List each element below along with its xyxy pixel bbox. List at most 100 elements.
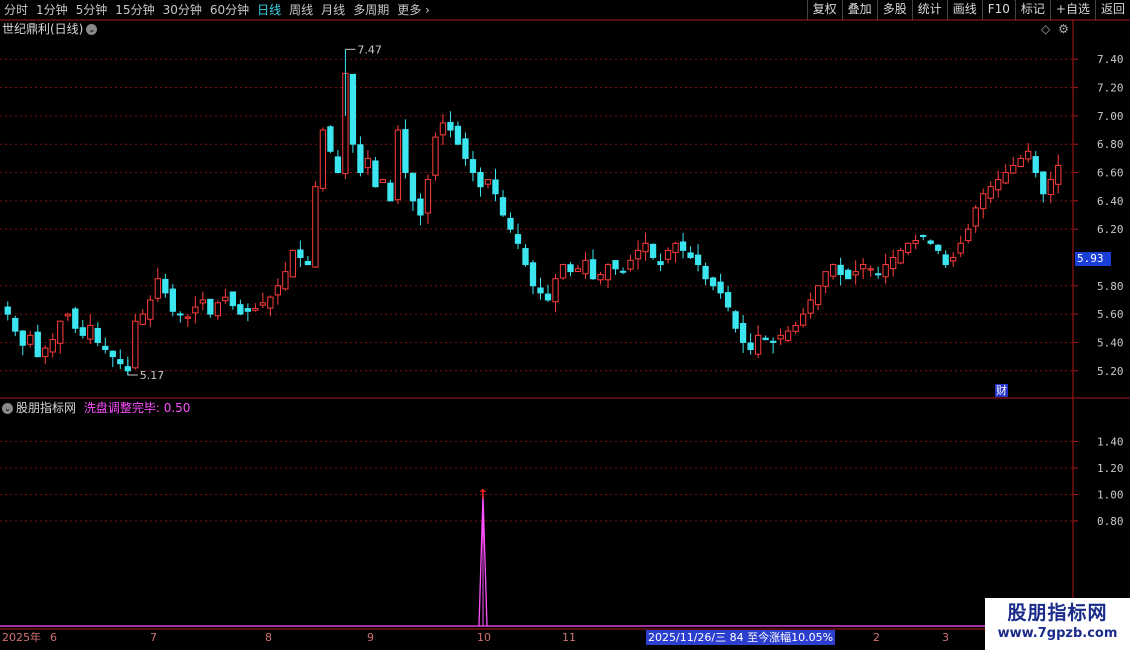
candle-body	[1040, 171, 1047, 195]
candle-body	[4, 306, 11, 315]
indicator-tick-label: 1.20	[1097, 462, 1124, 475]
candle-body	[229, 291, 237, 307]
candle-body	[679, 241, 687, 251]
candle-body	[574, 268, 582, 273]
candle-body	[860, 264, 867, 270]
candle-body	[950, 256, 957, 262]
candle-body	[304, 260, 312, 266]
gear-icon[interactable]: ⚙	[1058, 22, 1069, 36]
candle-body	[12, 317, 19, 332]
candle-body	[94, 327, 101, 343]
candle-body	[672, 242, 679, 253]
candle-body	[447, 121, 454, 131]
candle-body	[454, 125, 462, 145]
candle-body	[184, 316, 191, 319]
candle-body	[694, 254, 702, 266]
candle-body	[477, 171, 484, 188]
candle-body	[702, 265, 709, 280]
candle-body	[559, 264, 567, 279]
candle-body	[394, 129, 402, 201]
candle-body	[439, 122, 447, 136]
candle-body	[117, 359, 124, 365]
candle-body	[732, 311, 739, 329]
candle-body	[312, 186, 319, 268]
candle-body	[274, 285, 282, 296]
month-label: 9	[367, 631, 374, 644]
indicator-tick-label: 0.80	[1097, 515, 1124, 528]
candle-body	[709, 277, 717, 287]
chevron-down-icon[interactable]: ⌄	[86, 24, 98, 35]
candle-body	[402, 129, 409, 174]
candle-body	[57, 320, 64, 344]
date-info-bar: 2025/11/26/三 84 至今涨幅10.05%	[646, 630, 836, 645]
candle-body	[424, 179, 432, 214]
financial-badge[interactable]: 财	[995, 384, 1008, 397]
watermark-logo: 股朋指标网 www.7gpzb.com	[985, 598, 1130, 650]
candle-body	[754, 334, 762, 355]
candle-body	[544, 293, 552, 301]
candle-body	[64, 313, 71, 317]
price-tick-label: 7.00	[1097, 110, 1124, 123]
signal-arrow: ↑	[478, 488, 489, 503]
price-tick-label: 6.60	[1097, 167, 1124, 180]
candle-body	[897, 249, 904, 264]
price-tick-label: 5.60	[1097, 308, 1124, 321]
candle-body	[1047, 179, 1054, 196]
month-label: 11	[562, 631, 576, 644]
stock-chart[interactable]: 7.40 7.20 7.00 6.80 6.60 6.40 6.20 5.80 5.60 5.40…	[0, 0, 1130, 650]
candle-body	[132, 320, 139, 369]
candle-body	[1010, 164, 1017, 174]
candle-body	[357, 144, 364, 174]
price-tick-label: 6.40	[1097, 195, 1124, 208]
candle-body	[409, 172, 417, 202]
high-label: 7.47	[357, 43, 382, 56]
candle-body	[1017, 157, 1024, 168]
month-label: 8	[265, 631, 272, 644]
price-tick-label: 7.40	[1097, 53, 1124, 66]
diamond-icon[interactable]: ◇	[1041, 22, 1050, 36]
candle-body	[890, 256, 897, 270]
candle-body	[837, 264, 844, 275]
candle-body	[912, 239, 919, 244]
candle-body	[327, 126, 334, 152]
chevron-down-icon[interactable]: ⌄	[2, 403, 13, 414]
candle-body	[34, 331, 41, 358]
candle-body	[529, 262, 537, 287]
candle-body	[995, 179, 1002, 191]
candle-body	[567, 264, 574, 273]
indicator-source: 股朋指标网	[16, 401, 77, 415]
candle-body	[49, 339, 56, 353]
candle-body	[972, 207, 979, 227]
candle-body	[139, 313, 146, 325]
candle-body	[19, 330, 26, 346]
candle-body	[499, 197, 507, 216]
candle-body	[1025, 150, 1032, 160]
indicator-header: ⌄ 股朋指标网 洗盘调整完毕: 0.50	[2, 401, 190, 415]
candle-body	[920, 234, 927, 237]
candle-body	[154, 278, 161, 299]
candle-body	[687, 252, 694, 258]
candle-body	[177, 313, 184, 316]
candle-body	[102, 345, 109, 351]
candle-body	[147, 299, 154, 320]
price-tick-label: 6.80	[1097, 138, 1124, 151]
candle-body	[807, 299, 814, 314]
candle-body	[664, 249, 672, 260]
candle-body	[829, 264, 837, 277]
candle-body	[792, 324, 799, 332]
watermark-title: 股朋指标网	[1007, 602, 1108, 624]
candle-body	[799, 313, 807, 326]
low-label: 5.17	[140, 369, 165, 382]
candle-body	[222, 296, 229, 302]
candle-body	[875, 273, 882, 276]
candle-body	[965, 228, 972, 242]
candle-body	[852, 271, 859, 276]
candle-body	[739, 322, 747, 343]
candle-body	[784, 330, 792, 341]
candle-body	[237, 304, 244, 315]
indicator-name: 洗盘调整完毕	[83, 401, 156, 415]
candle-body	[372, 160, 379, 188]
panel-tools: ◇ ⚙	[1041, 22, 1069, 36]
candle-body	[169, 288, 176, 312]
candle-body	[814, 285, 822, 306]
